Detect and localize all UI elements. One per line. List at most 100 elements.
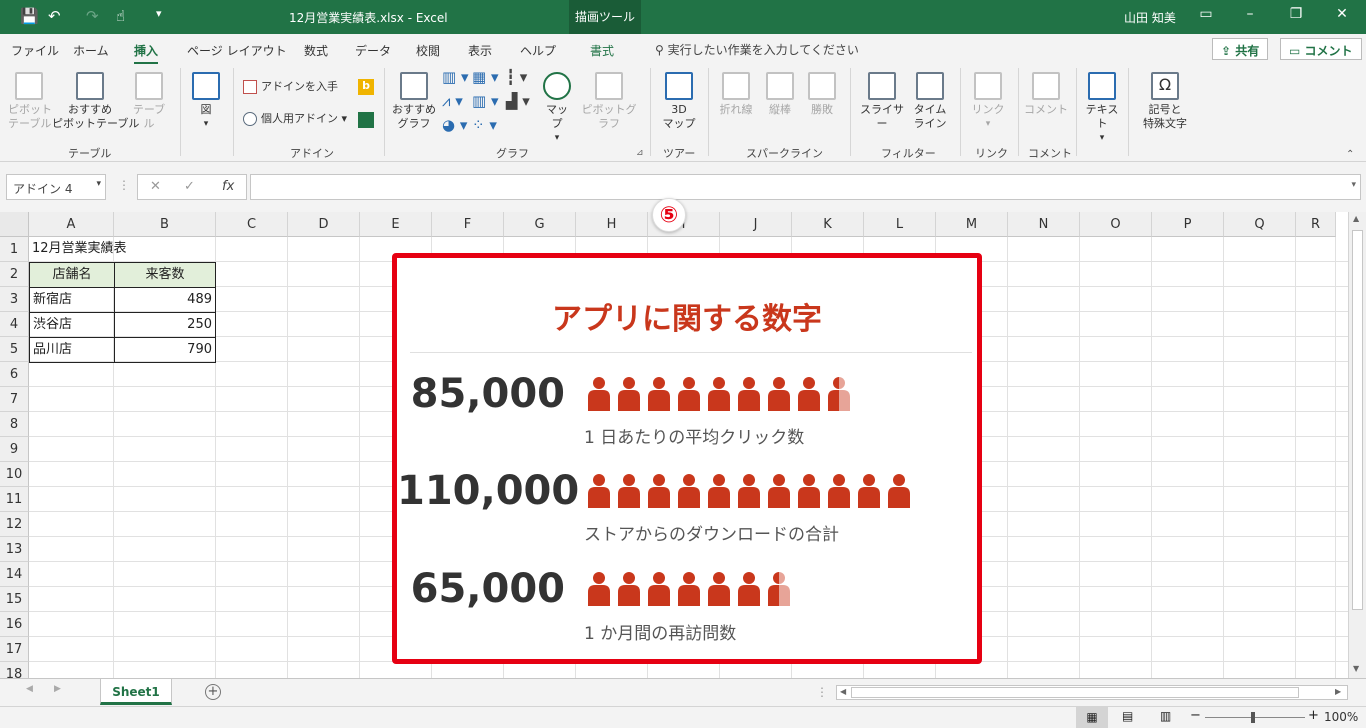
minimize-icon[interactable]: – xyxy=(1240,6,1260,22)
tab-file[interactable]: ファイル xyxy=(11,42,59,59)
column-header[interactable]: C xyxy=(216,212,288,237)
horizontal-scroll-thumb[interactable] xyxy=(851,687,1299,698)
column-header[interactable]: N xyxy=(1008,212,1080,237)
zoom-out-icon[interactable]: − xyxy=(1190,708,1201,723)
column-header[interactable]: M xyxy=(936,212,1008,237)
row-header[interactable]: 9 xyxy=(0,437,29,462)
customize-qat-icon[interactable]: ▾ xyxy=(156,7,162,20)
horizontal-scrollbar[interactable]: ◀ ▶ xyxy=(836,685,1348,700)
cell-a1[interactable]: 12月営業実績表 xyxy=(29,237,199,261)
bing-maps-icon[interactable]: b xyxy=(358,79,374,95)
cell-visitors[interactable]: 790 xyxy=(114,337,216,363)
table-button[interactable]: テーブル xyxy=(128,72,170,131)
tab-insert[interactable]: 挿入 xyxy=(134,42,159,64)
prev-sheet-icon[interactable]: ◀ xyxy=(26,684,33,694)
recommended-charts-button[interactable]: おすすめ グラフ xyxy=(392,72,436,131)
column-header[interactable]: L xyxy=(864,212,936,237)
restore-icon[interactable]: ❐ xyxy=(1286,6,1306,22)
column-header[interactable]: O xyxy=(1080,212,1152,237)
recommended-pivot-button[interactable]: おすすめ ピボットテーブル xyxy=(52,72,139,131)
select-all-corner[interactable] xyxy=(0,212,29,237)
split-grip-icon[interactable]: ⋮ xyxy=(816,685,828,699)
column-header[interactable]: F xyxy=(432,212,504,237)
row-header[interactable]: 18 xyxy=(0,662,29,678)
tab-format[interactable]: 書式 xyxy=(590,42,614,59)
row-header[interactable]: 6 xyxy=(0,362,29,387)
touch-mode-icon[interactable]: ☝ xyxy=(116,7,125,25)
scroll-right-icon[interactable]: ▶ xyxy=(1335,687,1341,696)
vertical-scroll-thumb[interactable] xyxy=(1352,230,1363,610)
ribbon-display-icon[interactable]: ▭ xyxy=(1196,6,1216,22)
scroll-up-icon[interactable]: ▲ xyxy=(1353,214,1359,223)
next-sheet-icon[interactable]: ▶ xyxy=(54,684,61,694)
row-header[interactable]: 2 xyxy=(0,262,29,287)
comment-button[interactable]: ▭ コメント xyxy=(1280,38,1362,60)
column-header[interactable]: Q xyxy=(1224,212,1296,237)
my-addins-button[interactable]: 個人用アドイン ▾ xyxy=(243,112,347,126)
scroll-down-icon[interactable]: ▼ xyxy=(1353,664,1359,673)
column-header[interactable]: P xyxy=(1152,212,1224,237)
name-box[interactable]: アドイン 4 ▾ xyxy=(6,174,106,200)
add-sheet-icon[interactable]: + xyxy=(205,684,221,700)
cancel-icon[interactable]: ✕ xyxy=(150,179,161,194)
timeline-button[interactable]: タイム ライン xyxy=(910,72,950,131)
column-chart-icon[interactable]: ▥ ▾ xyxy=(442,70,468,85)
page-break-view-icon[interactable]: ▥ xyxy=(1160,709,1171,723)
row-header[interactable]: 11 xyxy=(0,487,29,512)
row-header[interactable]: 10 xyxy=(0,462,29,487)
row-header[interactable]: 3 xyxy=(0,287,29,312)
column-header[interactable]: B xyxy=(114,212,216,237)
row-header[interactable]: 14 xyxy=(0,562,29,587)
tab-help[interactable]: ヘルプ xyxy=(520,42,556,59)
pivot-chart-button[interactable]: ピボットグラフ xyxy=(578,72,640,131)
user-name[interactable]: 山田 知美 xyxy=(1124,9,1176,26)
tab-review[interactable]: 校閲 xyxy=(416,42,440,59)
chart-dialog-launcher-icon[interactable]: ⊿ xyxy=(636,146,644,160)
column-header[interactable]: K xyxy=(792,212,864,237)
column-header[interactable]: A xyxy=(29,212,114,237)
column-header[interactable]: E xyxy=(360,212,432,237)
hierarchy-chart-icon[interactable]: ▦ ▾ xyxy=(472,70,498,85)
close-icon[interactable]: ✕ xyxy=(1332,6,1352,22)
sparkline-line-button[interactable]: 折れ線 xyxy=(716,72,756,117)
3d-map-button[interactable]: 3D マップ xyxy=(660,72,698,131)
map-chart-button[interactable]: マップ ▾ xyxy=(541,72,573,145)
scatter-chart-icon[interactable]: ⁘ ▾ xyxy=(472,118,497,133)
page-layout-view-icon[interactable]: ▤ xyxy=(1122,709,1133,723)
cell-store[interactable]: 品川店 xyxy=(29,337,115,363)
redo-icon[interactable]: ↷ xyxy=(86,7,99,25)
sheet-tab-sheet1[interactable]: Sheet1 xyxy=(100,679,172,705)
row-header[interactable]: 1 xyxy=(0,237,29,262)
formula-input[interactable]: ▾ xyxy=(250,174,1361,200)
column-header[interactable]: G xyxy=(504,212,576,237)
enter-icon[interactable]: ✓ xyxy=(184,179,195,194)
slicer-button[interactable]: スライサー xyxy=(856,72,908,131)
pie-chart-icon[interactable]: ◕ ▾ xyxy=(442,118,467,133)
undo-icon[interactable]: ↶ xyxy=(48,7,61,25)
row-header[interactable]: 12 xyxy=(0,512,29,537)
tell-me-search[interactable]: ⚲ 実行したい作業を入力してください xyxy=(655,41,859,58)
tab-view[interactable]: 表示 xyxy=(468,42,492,59)
cell-header-store[interactable]: 店舗名 xyxy=(29,262,115,288)
cell-store[interactable]: 渋谷店 xyxy=(29,312,115,338)
zoom-slider-thumb[interactable] xyxy=(1251,712,1255,723)
row-header[interactable]: 4 xyxy=(0,312,29,337)
zoom-level[interactable]: 100% xyxy=(1324,710,1358,724)
waterfall-chart-icon[interactable]: ┇ ▾ xyxy=(506,70,527,85)
get-addins-button[interactable]: アドインを入手 xyxy=(243,80,338,94)
column-header[interactable]: R xyxy=(1296,212,1336,237)
illustrations-button[interactable]: 図 ▾ xyxy=(190,72,222,131)
expand-formula-icon[interactable]: ▾ xyxy=(1351,180,1356,190)
combo-chart-icon[interactable]: ▟ ▾ xyxy=(506,94,530,109)
save-icon[interactable]: 💾 xyxy=(20,7,39,25)
cell-store[interactable]: 新宿店 xyxy=(29,287,115,313)
row-header[interactable]: 15 xyxy=(0,587,29,612)
cell-visitors[interactable]: 250 xyxy=(114,312,216,338)
zoom-slider[interactable] xyxy=(1205,717,1305,718)
symbols-button[interactable]: Ω 記号と 特殊文字 xyxy=(1134,72,1196,131)
insert-comment-button[interactable]: コメント xyxy=(1024,72,1068,117)
normal-view-icon[interactable]: ▦ xyxy=(1076,707,1108,728)
vertical-scrollbar[interactable]: ▲ ▼ xyxy=(1348,212,1366,678)
sparkline-winloss-button[interactable]: 勝敗 xyxy=(802,72,842,117)
row-header[interactable]: 16 xyxy=(0,612,29,637)
